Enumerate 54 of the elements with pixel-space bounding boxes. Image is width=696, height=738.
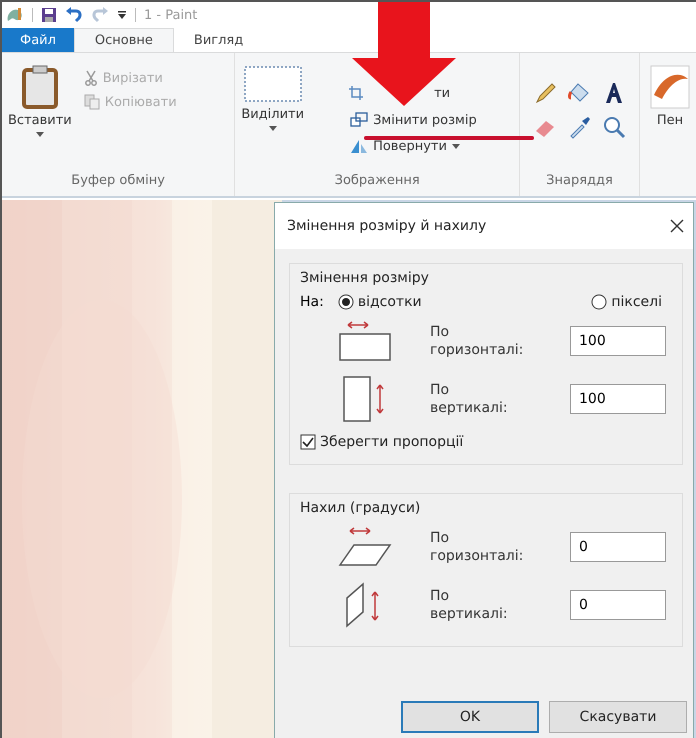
- dropdown-caret-icon: [452, 144, 460, 148]
- cancel-button[interactable]: Скасувати: [549, 701, 687, 733]
- color-picker-icon[interactable]: [568, 115, 592, 139]
- select-button[interactable]: Виділити: [239, 59, 306, 131]
- file-menu-tab[interactable]: Файл: [2, 28, 74, 52]
- ribbon-tab[interactable]: Основне: [74, 28, 174, 52]
- field-label: По горизонталі:: [430, 323, 524, 359]
- copy-icon: [84, 94, 100, 110]
- resize-icon: [350, 112, 368, 128]
- rotate-button[interactable]: Повернути: [348, 137, 462, 155]
- crop-icon[interactable]: [348, 85, 364, 101]
- skew-width-icon: [338, 527, 392, 567]
- radio-option[interactable]: пікселі: [591, 294, 662, 310]
- paste-button[interactable]: Вставити: [6, 59, 74, 137]
- section-title: Змінення розміру: [300, 270, 430, 286]
- input-field[interactable]: 0: [570, 590, 666, 620]
- option-label: На:: [300, 294, 324, 310]
- ok-button[interactable]: OK: [401, 701, 539, 733]
- field-label: По вертикалі:: [430, 587, 508, 623]
- rotate-icon: [350, 138, 368, 154]
- magnifier-icon[interactable]: [602, 115, 626, 139]
- dropdown-icon[interactable]: [117, 10, 127, 20]
- pencil-icon[interactable]: [534, 81, 558, 105]
- brush-icon: [650, 65, 690, 109]
- checkbox-icon[interactable]: [300, 434, 316, 450]
- radio-icon[interactable]: [338, 294, 354, 310]
- resize-button[interactable]: Змінити розмір: [348, 111, 479, 129]
- input-field[interactable]: 0: [570, 532, 666, 562]
- field-label: По горизонталі:: [430, 529, 524, 565]
- width-icon: [338, 320, 392, 362]
- close-icon[interactable]: [669, 218, 685, 234]
- dropdown-caret-icon: [36, 132, 44, 137]
- keep-ratio-checkbox[interactable]: Зберегти пропорції: [300, 430, 464, 450]
- undo-icon[interactable]: [65, 7, 83, 23]
- input-field[interactable]: 100: [570, 326, 666, 356]
- group-label: Зображення: [334, 172, 421, 190]
- dialog-title: Змінення розміру й нахилу: [287, 218, 486, 234]
- save-icon[interactable]: [41, 7, 57, 23]
- input-field[interactable]: 100: [570, 384, 666, 414]
- dropdown-caret-icon: [268, 126, 277, 131]
- clipboard-icon: [22, 65, 58, 109]
- selection-icon: [242, 65, 303, 103]
- group-label: Буфер обміну: [70, 172, 166, 190]
- window-title: 1 - Paint: [144, 8, 198, 22]
- crop-button[interactable]: ти: [432, 84, 452, 102]
- paint-app-icon[interactable]: [6, 7, 24, 23]
- brushes-button[interactable]: Пен: [648, 59, 692, 128]
- radio-option[interactable]: відсотки: [338, 294, 422, 310]
- group-label: Знаряддя: [545, 172, 614, 190]
- field-label: По вертикалі:: [430, 381, 508, 417]
- radio-icon[interactable]: [591, 294, 608, 310]
- section-title: Нахил (градуси): [300, 500, 422, 516]
- scissors-icon: [84, 70, 98, 86]
- ribbon-tab[interactable]: Вигляд: [174, 28, 264, 52]
